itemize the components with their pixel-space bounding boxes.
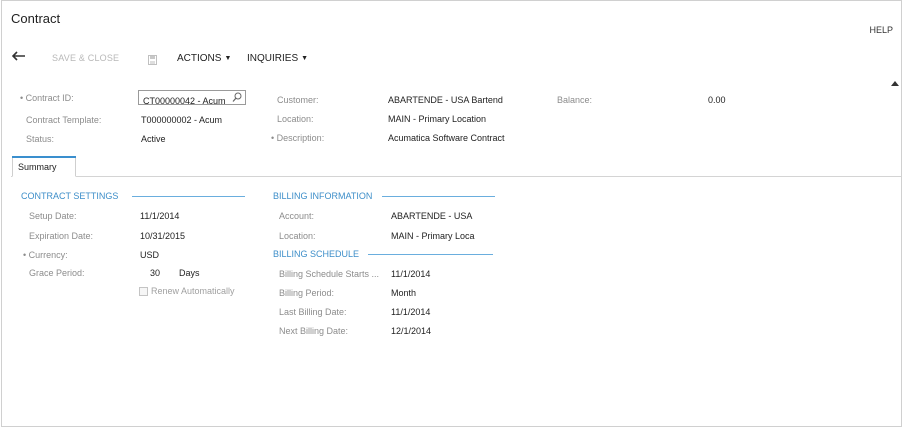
required-marker: •	[20, 93, 24, 103]
section-underline	[382, 196, 495, 197]
currency-value[interactable]: USD	[140, 250, 159, 260]
section-underline	[368, 254, 493, 255]
save-close-button[interactable]: SAVE & CLOSE	[52, 53, 119, 63]
contract-template-label: Contract Template:	[26, 115, 102, 125]
description-value[interactable]: Acumatica Software Contract	[388, 133, 505, 143]
billing-account-value[interactable]: ABARTENDE - USA	[391, 211, 472, 221]
balance-label: Balance:	[557, 95, 593, 105]
contract-id-field[interactable]	[138, 90, 246, 108]
search-icon[interactable]	[232, 92, 242, 103]
billing-schedule-starts-value[interactable]: 11/1/2014	[391, 269, 430, 279]
back-arrow-icon	[11, 51, 25, 61]
collapse-header-icon[interactable]	[891, 81, 899, 86]
save-button[interactable]	[148, 52, 157, 65]
caret-down-icon: ▼	[224, 55, 232, 62]
contract-settings-heading: CONTRACT SETTINGS	[21, 191, 119, 201]
contract-screen: Contract HELP SAVE & CLOSE ACTIONS ▼ INQU…	[1, 0, 902, 427]
inquiries-menu[interactable]: INQUIRIES ▼	[247, 53, 308, 64]
grace-period-value[interactable]: 30	[150, 268, 160, 278]
contract-id-label: • Contract ID:	[20, 93, 74, 103]
balance-value: 0.00	[708, 95, 726, 105]
expiration-date-value[interactable]: 10/31/2015	[140, 231, 185, 241]
actions-menu[interactable]: ACTIONS ▼	[177, 53, 231, 64]
last-billing-date-value[interactable]: 11/1/2014	[391, 307, 430, 317]
billing-schedule-starts-label: Billing Schedule Starts ...	[279, 269, 380, 279]
billing-location-label: Location:	[279, 231, 316, 241]
grace-period-unit: Days	[179, 268, 200, 278]
required-marker: •	[23, 250, 27, 260]
setup-date-value[interactable]: 11/1/2014	[140, 211, 179, 221]
location-label: Location:	[277, 114, 314, 124]
billing-period-label: Billing Period:	[279, 288, 335, 298]
section-underline	[132, 196, 245, 197]
tab-active-indicator	[12, 156, 76, 158]
customer-label: Customer:	[277, 95, 319, 105]
billing-location-value[interactable]: MAIN - Primary Loca	[391, 231, 475, 241]
tab-strip-divider	[11, 176, 901, 177]
status-value[interactable]: Active	[141, 134, 166, 144]
location-value[interactable]: MAIN - Primary Location	[388, 114, 486, 124]
required-marker: •	[271, 133, 275, 143]
back-button[interactable]	[11, 49, 26, 64]
billing-schedule-heading: BILLING SCHEDULE	[273, 249, 360, 259]
setup-date-label: Setup Date:	[29, 211, 77, 221]
renew-automatically-checkbox[interactable]	[139, 287, 148, 296]
status-label: Status:	[26, 134, 55, 144]
help-link[interactable]: HELP	[869, 25, 893, 35]
caret-down-icon: ▼	[301, 55, 309, 62]
currency-label: • Currency:	[23, 250, 68, 260]
tab-summary[interactable]: Summary	[12, 156, 76, 177]
billing-information-heading: BILLING INFORMATION	[273, 191, 373, 201]
disk-icon	[148, 55, 157, 65]
actions-label: ACTIONS	[177, 53, 222, 64]
expiration-date-label: Expiration Date:	[29, 231, 94, 241]
billing-period-value[interactable]: Month	[391, 288, 416, 298]
next-billing-date-label: Next Billing Date:	[279, 326, 349, 336]
contract-id-input[interactable]	[139, 94, 229, 108]
renew-automatically-label: Renew Automatically	[151, 286, 235, 296]
grace-period-label: Grace Period:	[29, 268, 85, 278]
billing-account-label: Account:	[279, 211, 315, 221]
contract-template-value[interactable]: T000000002 - Acum	[141, 115, 222, 125]
description-label: • Description:	[271, 133, 325, 143]
customer-value[interactable]: ABARTENDE - USA Bartend	[388, 95, 503, 105]
next-billing-date-value[interactable]: 12/1/2014	[391, 326, 431, 336]
last-billing-date-label: Last Billing Date:	[279, 307, 347, 317]
inquiries-label: INQUIRIES	[247, 53, 299, 64]
page-title: Contract	[11, 11, 61, 26]
